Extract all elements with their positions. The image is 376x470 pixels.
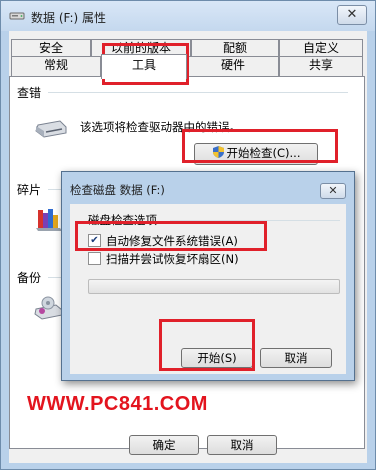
tab-label: 工具	[131, 58, 156, 72]
title-bar[interactable]: 数据 (F:) 属性 ✕	[1, 1, 375, 31]
tab-label: 硬件	[220, 58, 245, 72]
tab-quota[interactable]: 配额	[191, 39, 279, 56]
properties-window: 数据 (F:) 属性 ✕ 安全 以前的版本 配额 自定义 常规 工具 硬件 共享…	[0, 0, 376, 470]
tab-tools[interactable]: 工具	[101, 54, 187, 79]
close-icon: ✕	[328, 184, 338, 197]
dialog-start-label: 开始(S)	[197, 351, 237, 365]
check-disk-dialog: 检查磁盘 数据 (F:) ✕ 磁盘检查选项 ✔ 自动修复文件系统错误(A) 扫描…	[61, 171, 355, 381]
tab-label: 共享	[308, 58, 333, 72]
tab-security[interactable]: 安全	[11, 39, 91, 56]
uac-shield-icon	[212, 146, 224, 158]
ok-button[interactable]: 确定	[129, 435, 199, 455]
dialog-cancel-label: 取消	[284, 351, 308, 365]
footer-cancel-label: 取消	[230, 438, 254, 452]
tab-label: 安全	[38, 41, 63, 55]
tab-label: 常规	[43, 58, 68, 72]
auto-fix-label[interactable]: 自动修复文件系统错误(A)	[106, 233, 238, 249]
defrag-section-label: 碎片	[17, 181, 44, 198]
tab-label: 自定义	[302, 41, 339, 55]
disk-check-icon	[35, 120, 67, 138]
start-check-label: 开始检查(C)...	[226, 146, 301, 160]
check-section-label: 查错	[17, 84, 44, 101]
footer-cancel-button[interactable]: 取消	[207, 435, 277, 455]
options-group-label: 磁盘检查选项	[88, 213, 157, 227]
close-button[interactable]: ✕	[337, 5, 367, 25]
scan-sectors-label[interactable]: 扫描并尝试恢复坏扇区(N)	[106, 251, 239, 267]
tab-label: 以前的版本	[110, 41, 171, 55]
dialog-client: 磁盘检查选项 ✔ 自动修复文件系统错误(A) 扫描并尝试恢复坏扇区(N) 开始(…	[70, 204, 346, 374]
start-check-button[interactable]: 开始检查(C)...	[194, 143, 318, 165]
watermark-text: WWW.PC841.COM	[27, 393, 208, 415]
tab-customize[interactable]: 自定义	[279, 39, 363, 56]
scan-sectors-checkbox[interactable]	[88, 252, 101, 265]
tab-general[interactable]: 常规	[11, 56, 101, 76]
backup-section-label: 备份	[17, 269, 44, 286]
defrag-icon	[36, 209, 62, 231]
group-divider	[48, 92, 348, 93]
tab-hardware[interactable]: 硬件	[187, 56, 279, 76]
dialog-title: 检查磁盘 数据 (F:)	[70, 183, 165, 197]
auto-fix-checkbox[interactable]: ✔	[88, 234, 101, 247]
drive-icon	[9, 12, 25, 20]
close-icon: ✕	[346, 7, 358, 22]
group-divider	[170, 220, 340, 221]
check-progress-bar	[88, 279, 340, 294]
tab-label: 配额	[222, 41, 247, 55]
ok-label: 确定	[152, 438, 176, 452]
dialog-start-button[interactable]: 开始(S)	[181, 348, 253, 368]
tab-sharing[interactable]: 共享	[279, 56, 363, 76]
dialog-close-button[interactable]: ✕	[320, 183, 346, 199]
dialog-cancel-button[interactable]: 取消	[260, 348, 332, 368]
check-description: 该选项将检查驱动器中的错误。	[80, 120, 241, 134]
window-title: 数据 (F:) 属性	[31, 11, 107, 25]
